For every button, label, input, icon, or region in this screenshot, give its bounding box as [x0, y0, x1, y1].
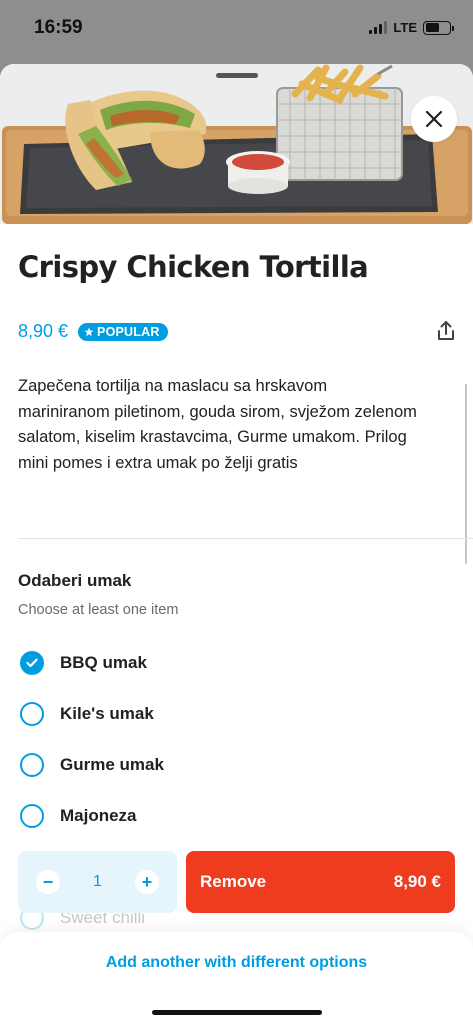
remove-button-total: 8,90 € — [393, 872, 441, 891]
option-label: BBQ umak — [60, 653, 147, 672]
checkbox-unchecked[interactable] — [20, 753, 44, 777]
close-icon — [425, 110, 443, 128]
battery-icon — [423, 20, 454, 35]
signal-icon — [369, 21, 388, 34]
product-price: 8,90 € — [18, 321, 69, 341]
decrease-quantity-button[interactable]: − — [36, 870, 60, 894]
remove-button-label: Remove — [200, 872, 267, 891]
option-kiles[interactable]: Kile's umak — [20, 702, 154, 726]
add-another-button[interactable]: Add another with different options — [0, 954, 473, 972]
divider — [18, 538, 473, 539]
star-icon — [84, 327, 94, 336]
options-title: Odaberi umak — [18, 571, 132, 590]
option-label: Gurme umak — [60, 755, 164, 774]
price-row: 8,90 € POPULAR — [18, 321, 168, 342]
option-label: Kile's umak — [60, 704, 154, 723]
option-bbq[interactable]: BBQ umak — [20, 651, 147, 675]
sheet-grabber[interactable] — [216, 73, 258, 78]
product-photo-illustration — [2, 64, 472, 224]
quantity-value: 1 — [93, 873, 102, 890]
network-label: LTE — [393, 20, 417, 35]
options-subtitle: Choose at least one item — [18, 602, 179, 618]
product-description: Zapečena tortilja na maslacu sa hrskavom… — [18, 377, 417, 472]
checkbox-unchecked[interactable] — [20, 804, 44, 828]
option-gurme[interactable]: Gurme umak — [20, 753, 164, 777]
increase-quantity-button[interactable]: + — [135, 870, 159, 894]
close-button[interactable] — [411, 96, 457, 142]
option-label: Majoneza — [60, 806, 137, 825]
popular-badge: POPULAR — [78, 322, 168, 341]
product-sheet: Crispy Chicken Tortilla 8,90 € POPULAR Z… — [0, 64, 473, 1024]
option-majoneza[interactable]: Majoneza — [20, 804, 137, 828]
status-indicators: LTE — [369, 20, 454, 35]
status-time: 16:59 — [34, 17, 83, 38]
share-button[interactable] — [435, 320, 457, 342]
scrollbar[interactable] — [464, 384, 467, 564]
product-image — [0, 64, 473, 224]
home-indicator — [152, 1010, 322, 1015]
share-icon — [438, 321, 454, 340]
product-title: Crispy Chicken Tortilla — [18, 250, 369, 284]
checkbox-unchecked[interactable] — [20, 702, 44, 726]
status-bar: 16:59 LTE — [0, 0, 473, 60]
check-icon — [26, 658, 38, 668]
remove-button[interactable]: Remove 8,90 € — [186, 851, 455, 913]
footer-bar: Add another with different options — [0, 932, 473, 1024]
checkbox-checked[interactable] — [20, 651, 44, 675]
popular-badge-label: POPULAR — [97, 324, 160, 339]
quantity-stepper: − 1 + — [18, 851, 177, 913]
